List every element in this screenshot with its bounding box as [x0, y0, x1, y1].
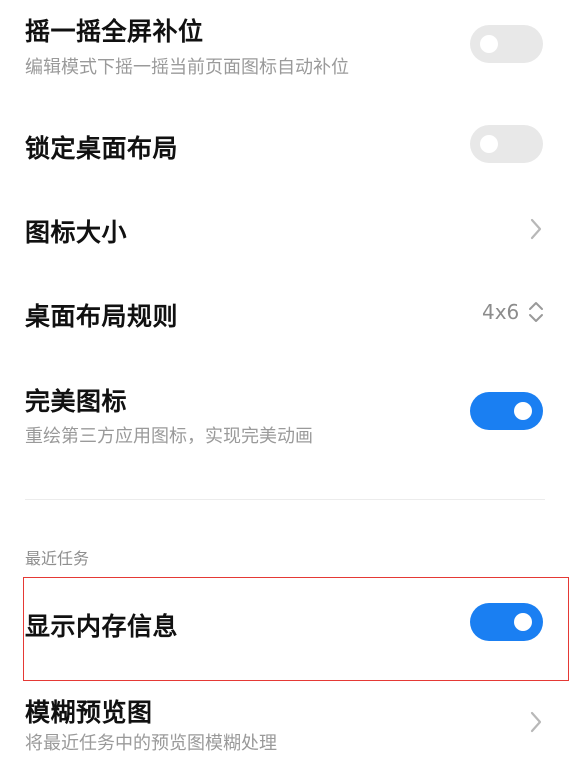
toggle-knob — [480, 135, 498, 153]
setting-title: 模糊预览图 — [25, 698, 153, 727]
setting-blur-preview[interactable]: 模糊预览图 将最近任务中的预览图模糊处理 — [0, 681, 578, 759]
setting-title: 桌面布局规则 — [25, 302, 179, 331]
setting-title: 完美图标 — [25, 387, 128, 416]
setting-title: 锁定桌面布局 — [25, 134, 179, 163]
perfect-icons-toggle[interactable] — [470, 392, 543, 430]
section-header-recent-tasks: 最近任务 — [25, 549, 90, 568]
toggle-knob — [514, 402, 532, 420]
shake-fill-toggle[interactable] — [470, 25, 543, 63]
setting-subtitle: 重绘第三方应用图标，实现完美动画 — [25, 426, 313, 447]
setting-shake-fill[interactable]: 摇一摇全屏补位 编辑模式下摇一摇当前页面图标自动补位 — [0, 0, 578, 92]
lock-layout-toggle[interactable] — [470, 125, 543, 163]
highlight-box — [23, 577, 569, 681]
setting-subtitle: 将最近任务中的预览图模糊处理 — [25, 733, 277, 754]
layout-rule-value: 4x6 — [482, 300, 520, 324]
setting-icon-size[interactable]: 图标大小 — [0, 188, 578, 272]
chevron-up-down-icon — [529, 302, 543, 322]
setting-perfect-icons[interactable]: 完美图标 重绘第三方应用图标，实现完美动画 — [0, 370, 578, 462]
chevron-right-icon — [530, 711, 542, 733]
section-divider — [25, 499, 545, 500]
setting-layout-rule[interactable]: 桌面布局规则 4x6 — [0, 272, 578, 356]
setting-title: 摇一摇全屏补位 — [25, 17, 204, 46]
setting-title: 图标大小 — [25, 218, 128, 247]
setting-lock-layout[interactable]: 锁定桌面布局 — [0, 100, 578, 188]
setting-subtitle: 编辑模式下摇一摇当前页面图标自动补位 — [25, 57, 349, 78]
chevron-right-icon — [530, 218, 542, 240]
toggle-knob — [480, 35, 498, 53]
